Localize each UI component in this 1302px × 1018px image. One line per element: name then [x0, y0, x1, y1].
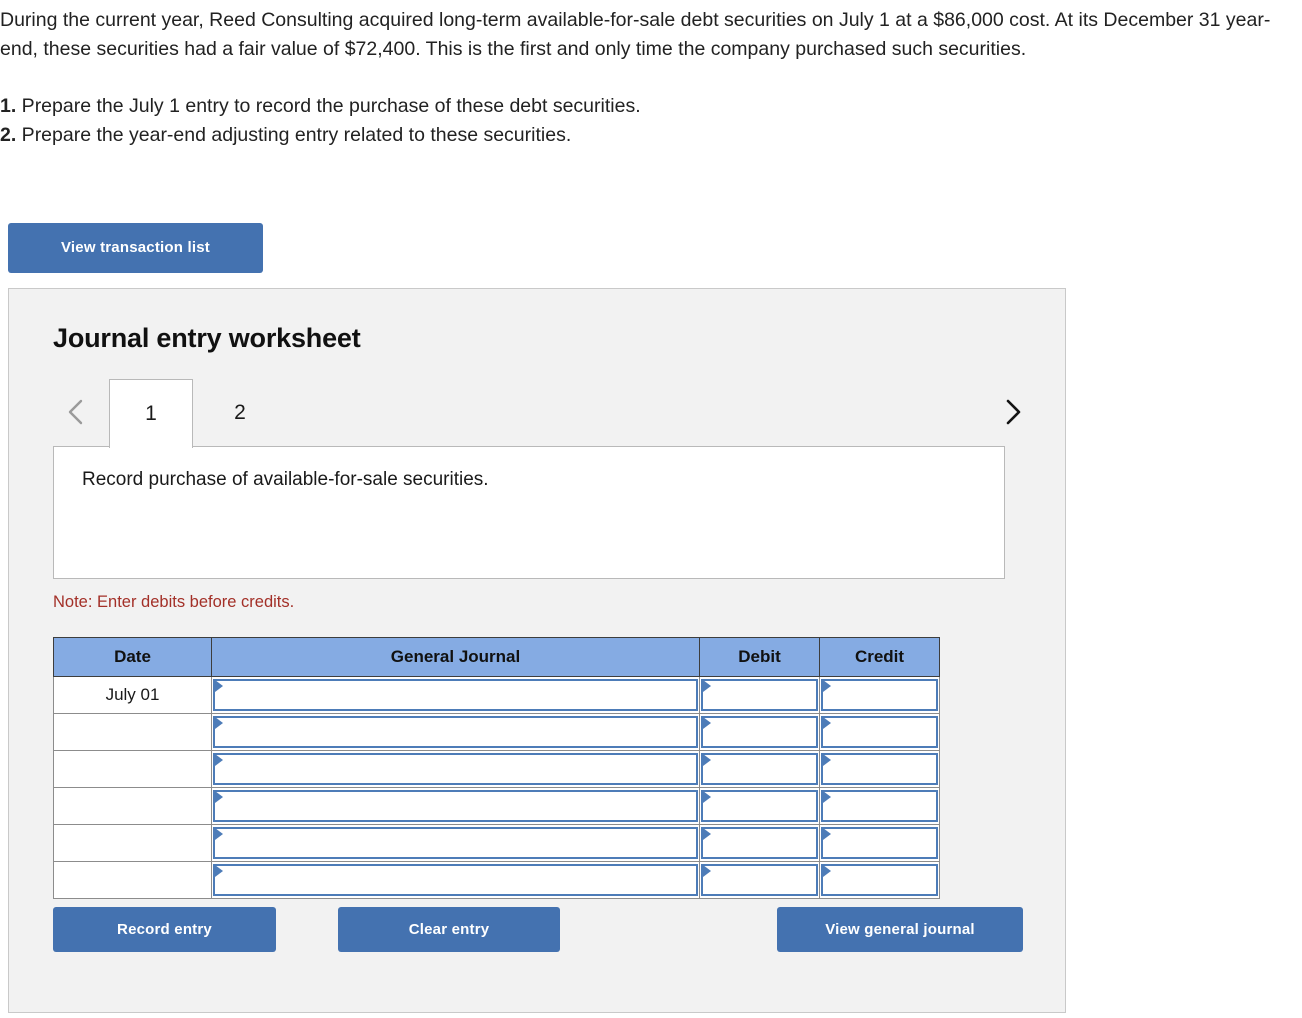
general-journal-input[interactable] — [213, 753, 698, 785]
transaction-description-box: Record purchase of available-for-sale se… — [53, 446, 1005, 579]
table-header-row: Date General Journal Debit Credit — [53, 637, 940, 677]
credit-cell[interactable] — [819, 824, 940, 862]
debit-input[interactable] — [701, 679, 818, 711]
credit-input[interactable] — [821, 827, 938, 859]
problem-paragraph: During the current year, Reed Consulting… — [0, 9, 1271, 60]
dropdown-marker-icon — [215, 680, 223, 692]
date-cell[interactable] — [53, 787, 212, 825]
date-cell[interactable] — [53, 713, 212, 751]
worksheet-title: Journal entry worksheet — [53, 323, 361, 353]
record-entry-button[interactable]: Record entry — [53, 907, 276, 952]
dropdown-marker-icon — [703, 680, 711, 692]
debit-input[interactable] — [701, 790, 818, 822]
credit-cell[interactable] — [819, 787, 940, 825]
dropdown-marker-icon — [215, 754, 223, 766]
debit-cell[interactable] — [699, 676, 820, 714]
dropdown-marker-icon — [823, 865, 831, 877]
view-general-journal-button[interactable]: View general journal — [777, 907, 1023, 952]
dropdown-marker-icon — [823, 828, 831, 840]
dropdown-marker-icon — [823, 717, 831, 729]
requirement-2: 2. Prepare the year-end adjusting entry … — [0, 121, 1302, 150]
debit-cell[interactable] — [699, 861, 820, 899]
table-row — [53, 861, 940, 899]
debit-input[interactable] — [701, 753, 818, 785]
problem-statement: During the current year, Reed Consulting… — [0, 6, 1302, 149]
dropdown-marker-icon — [823, 680, 831, 692]
column-header-debit: Debit — [699, 637, 820, 677]
dropdown-marker-icon — [703, 754, 711, 766]
table-row — [53, 824, 940, 862]
dropdown-marker-icon — [823, 791, 831, 803]
table-row — [53, 750, 940, 788]
column-header-general-journal: General Journal — [211, 637, 700, 677]
dropdown-marker-icon — [703, 717, 711, 729]
clear-entry-button[interactable]: Clear entry — [338, 907, 560, 952]
date-cell[interactable] — [53, 824, 212, 862]
requirement-1-text: Prepare the July 1 entry to record the p… — [16, 95, 641, 117]
dropdown-marker-icon — [215, 717, 223, 729]
general-journal-input[interactable] — [213, 864, 698, 896]
table-row — [53, 713, 940, 751]
general-journal-cell[interactable] — [211, 676, 700, 714]
date-cell[interactable] — [53, 861, 212, 899]
debit-cell[interactable] — [699, 750, 820, 788]
general-journal-input[interactable] — [213, 790, 698, 822]
column-header-credit: Credit — [819, 637, 940, 677]
debit-cell[interactable] — [699, 824, 820, 862]
column-header-date: Date — [53, 637, 212, 677]
requirement-2-number: 2. — [0, 123, 17, 146]
dropdown-marker-icon — [703, 865, 711, 877]
credit-cell[interactable] — [819, 676, 940, 714]
credit-cell[interactable] — [819, 861, 940, 899]
requirement-1-number: 1. — [0, 95, 17, 117]
general-journal-cell[interactable] — [211, 824, 700, 862]
dropdown-marker-icon — [823, 754, 831, 766]
debit-cell[interactable] — [699, 713, 820, 751]
worksheet-tabstrip: 1 2 — [9, 379, 1067, 448]
journal-entry-worksheet-panel: Journal entry worksheet 1 2 Record purch… — [8, 288, 1066, 1013]
date-cell[interactable] — [53, 750, 212, 788]
chevron-left-icon[interactable] — [59, 395, 93, 429]
debit-cell[interactable] — [699, 787, 820, 825]
chevron-right-icon[interactable] — [996, 395, 1030, 429]
general-journal-input[interactable] — [213, 827, 698, 859]
transaction-description-text: Record purchase of available-for-sale se… — [82, 469, 489, 490]
debit-input[interactable] — [701, 716, 818, 748]
credit-input[interactable] — [821, 716, 938, 748]
view-transaction-list-button[interactable]: View transaction list — [8, 223, 263, 273]
credit-input[interactable] — [821, 753, 938, 785]
credit-input[interactable] — [821, 679, 938, 711]
requirement-1: 1. Prepare the July 1 entry to record th… — [0, 92, 1302, 121]
credit-cell[interactable] — [819, 750, 940, 788]
table-row — [53, 787, 940, 825]
journal-entry-table: Date General Journal Debit Credit July 0… — [53, 637, 940, 899]
worksheet-tab-1[interactable]: 1 — [109, 379, 193, 448]
general-journal-cell[interactable] — [211, 787, 700, 825]
general-journal-input[interactable] — [213, 679, 698, 711]
debit-input[interactable] — [701, 864, 818, 896]
table-row: July 01 — [53, 676, 940, 714]
dropdown-marker-icon — [703, 828, 711, 840]
dropdown-marker-icon — [215, 865, 223, 877]
general-journal-cell[interactable] — [211, 861, 700, 899]
credit-input[interactable] — [821, 790, 938, 822]
general-journal-cell[interactable] — [211, 750, 700, 788]
worksheet-tab-2[interactable]: 2 — [203, 379, 277, 446]
credit-input[interactable] — [821, 864, 938, 896]
dropdown-marker-icon — [215, 828, 223, 840]
dropdown-marker-icon — [215, 791, 223, 803]
debits-before-credits-note: Note: Enter debits before credits. — [53, 593, 295, 611]
debit-input[interactable] — [701, 827, 818, 859]
requirement-2-text: Prepare the year-end adjusting entry rel… — [16, 123, 572, 146]
general-journal-input[interactable] — [213, 716, 698, 748]
general-journal-cell[interactable] — [211, 713, 700, 751]
date-cell[interactable]: July 01 — [53, 676, 212, 714]
dropdown-marker-icon — [703, 791, 711, 803]
credit-cell[interactable] — [819, 713, 940, 751]
